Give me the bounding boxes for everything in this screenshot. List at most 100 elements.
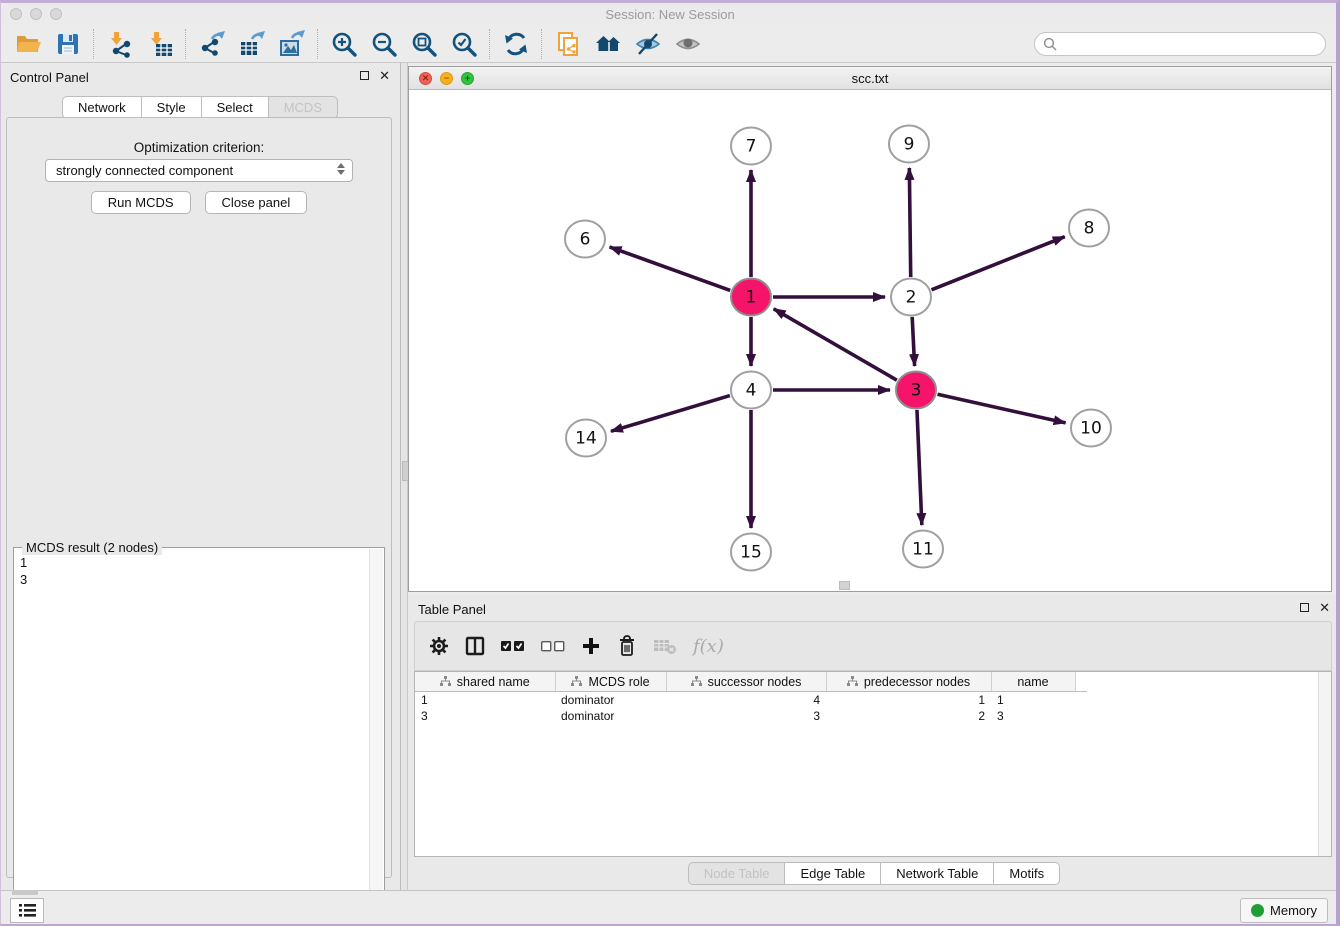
table-float-icon[interactable] [1300, 603, 1309, 612]
network-window-title: scc.txt [409, 71, 1331, 86]
tab-edge-table[interactable]: Edge Table [785, 862, 881, 885]
tab-node-table[interactable]: Node Table [688, 862, 786, 885]
save-session-icon[interactable] [48, 27, 88, 61]
float-panel-icon[interactable] [360, 71, 369, 80]
tab-network[interactable]: Network [62, 96, 142, 119]
unselect-all-icon[interactable] [541, 631, 565, 661]
export-network-icon[interactable] [192, 27, 232, 61]
column-header-MCDS-role[interactable]: MCDS role [555, 672, 666, 692]
copy-network-view-icon[interactable] [548, 27, 588, 61]
graph-node-7[interactable]: 7 [731, 128, 771, 165]
network-graph[interactable]: 1 2 3 4 6 7 8 9 10 11 14 15 [409, 90, 1331, 591]
run-mcds-button[interactable]: Run MCDS [91, 191, 191, 214]
zoom-out-icon[interactable] [364, 27, 404, 61]
node-table-grid[interactable]: shared nameMCDS role successor nodes prede… [415, 672, 1087, 724]
graph-node-4[interactable]: 4 [731, 372, 771, 409]
cell-MCDS-role[interactable]: dominator [555, 708, 666, 724]
column-header-shared-name[interactable]: shared name [415, 672, 555, 692]
graph-node-6[interactable]: 6 [565, 221, 605, 258]
column-header-name[interactable]: name [991, 672, 1075, 692]
network-canvas[interactable]: 1 2 3 4 6 7 8 9 10 11 14 15 [409, 90, 1331, 591]
tab-network-table[interactable]: Network Table [881, 862, 994, 885]
cell-shared-name[interactable]: 1 [415, 692, 555, 709]
mcds-result-text[interactable]: 1 3 [18, 554, 368, 919]
add-icon[interactable] [581, 631, 601, 661]
cell-MCDS-role[interactable]: dominator [555, 692, 666, 709]
zoom-fit-icon[interactable] [404, 27, 444, 61]
search-input[interactable] [1063, 35, 1317, 52]
svg-text:2: 2 [906, 288, 917, 308]
hierarchy-sort-icon[interactable] [440, 676, 451, 687]
graph-node-15[interactable]: 15 [731, 534, 771, 571]
hide-panels-icon[interactable] [628, 27, 668, 61]
table-panel-title: Table Panel [418, 602, 486, 617]
column-header-predecessor-nodes[interactable]: predecessor nodes [826, 672, 991, 692]
zoom-selected-icon[interactable] [444, 27, 484, 61]
graph-edge-2-9[interactable] [909, 168, 910, 277]
search-box[interactable] [1034, 32, 1326, 56]
graph-edge-1-6[interactable] [610, 247, 731, 290]
close-panel-button[interactable]: Close panel [205, 191, 308, 214]
table-panel: Table Panel ✕ [408, 595, 1340, 890]
graph-edge-2-3[interactable] [912, 317, 914, 366]
home-view-icon[interactable] [588, 27, 628, 61]
delete-icon[interactable] [617, 631, 637, 661]
export-image-icon[interactable] [272, 27, 312, 61]
graph-node-8[interactable]: 8 [1069, 210, 1109, 247]
graph-node-14[interactable]: 14 [566, 420, 606, 457]
table-tabs: Node TableEdge TableNetwork TableMotifs [408, 862, 1340, 885]
criterion-select[interactable]: strongly connected component [45, 159, 353, 182]
column-label: successor nodes [708, 675, 802, 689]
graph-edge-4-14[interactable] [611, 396, 730, 432]
hierarchy-sort-icon[interactable] [571, 676, 582, 687]
graph-edge-2-8[interactable] [932, 237, 1065, 290]
export-table-icon[interactable] [232, 27, 272, 61]
window-title: Session: New Session [0, 7, 1340, 22]
close-panel-icon[interactable]: ✕ [379, 70, 390, 81]
table-row[interactable]: 3dominator323 [415, 708, 1087, 724]
statusbar-grip[interactable] [12, 890, 38, 895]
gear-icon[interactable] [429, 631, 449, 661]
cell-successor-nodes[interactable]: 4 [666, 692, 826, 709]
tab-style[interactable]: Style [142, 96, 202, 119]
cell-name[interactable]: 3 [991, 708, 1075, 724]
table-scrollbar[interactable] [1318, 672, 1331, 856]
tab-mcds[interactable]: MCDS [269, 96, 338, 119]
column-view-icon[interactable] [465, 631, 485, 661]
result-scrollbar[interactable] [369, 549, 383, 922]
memory-button[interactable]: Memory [1240, 898, 1328, 923]
svg-text:15: 15 [740, 543, 762, 563]
graph-node-11[interactable]: 11 [903, 531, 943, 568]
graph-node-9[interactable]: 9 [889, 126, 929, 163]
hierarchy-sort-icon[interactable] [691, 676, 702, 687]
cell-shared-name[interactable]: 3 [415, 708, 555, 724]
tab-motifs[interactable]: Motifs [994, 862, 1060, 885]
graph-edge-3-10[interactable] [937, 394, 1065, 423]
refresh-layout-icon[interactable] [496, 27, 536, 61]
graph-node-10[interactable]: 10 [1071, 410, 1111, 447]
canvas-scroll-handle[interactable] [839, 581, 850, 590]
import-network-icon[interactable] [100, 27, 140, 61]
cell-successor-nodes[interactable]: 3 [666, 708, 826, 724]
zoom-in-icon[interactable] [324, 27, 364, 61]
task-history-button[interactable] [10, 898, 44, 923]
hierarchy-sort-icon[interactable] [847, 676, 858, 687]
table-close-icon[interactable]: ✕ [1319, 602, 1330, 613]
graph-node-3[interactable]: 3 [896, 372, 936, 409]
show-panels-icon[interactable] [668, 27, 708, 61]
cell-predecessor-nodes[interactable]: 1 [826, 692, 991, 709]
open-session-icon[interactable] [8, 27, 48, 61]
select-all-icon[interactable] [501, 631, 525, 661]
import-table-icon[interactable] [140, 27, 180, 61]
graph-node-2[interactable]: 2 [891, 279, 931, 316]
column-header-successor-nodes[interactable]: successor nodes [666, 672, 826, 692]
graph-edge-3-11[interactable] [917, 410, 922, 525]
tab-select[interactable]: Select [202, 96, 269, 119]
table-row[interactable]: 1dominator411 [415, 692, 1087, 709]
graph-node-1[interactable]: 1 [731, 279, 771, 316]
panel-splitter[interactable] [400, 63, 408, 890]
cell-predecessor-nodes[interactable]: 2 [826, 708, 991, 724]
svg-text:9: 9 [904, 135, 915, 155]
cell-name[interactable]: 1 [991, 692, 1075, 709]
graph-edge-3-1[interactable] [774, 309, 897, 380]
